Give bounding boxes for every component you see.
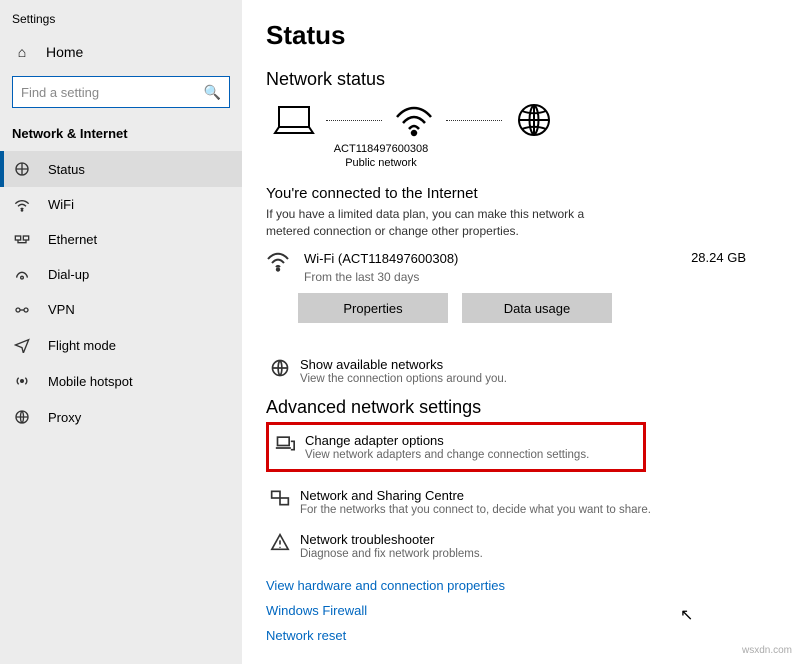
sidebar-item-hotspot[interactable]: Mobile hotspot <box>0 363 242 399</box>
main-content: Status Network status ACT118497600308 Pu… <box>242 0 800 664</box>
connected-description: If you have a limited data plan, you can… <box>266 206 596 241</box>
sidebar-item-dialup[interactable]: Dial-up <box>0 257 242 292</box>
sidebar-item-wifi[interactable]: WiFi <box>0 187 242 222</box>
option-description: View network adapters and change connect… <box>305 449 589 461</box>
wifi-icon <box>266 250 300 272</box>
option-description: View the connection options around you. <box>300 373 507 385</box>
link-network-reset[interactable]: Network reset <box>266 628 776 643</box>
diagram-connector <box>446 120 502 121</box>
advanced-heading: Advanced network settings <box>266 397 776 418</box>
mouse-cursor: ↖ <box>680 605 693 625</box>
hotspot-icon <box>14 373 34 389</box>
network-sharing-centre[interactable]: Network and Sharing Centre For the netwo… <box>266 480 776 524</box>
option-title: Show available networks <box>300 357 507 372</box>
diagram-label: ACT118497600308 Public network <box>326 142 436 171</box>
link-windows-firewall[interactable]: Windows Firewall <box>266 603 776 618</box>
sidebar-item-label: Proxy <box>48 410 81 425</box>
link-hardware-properties[interactable]: View hardware and connection properties <box>266 578 776 593</box>
sidebar-item-status[interactable]: Status <box>0 151 242 187</box>
home-icon: ⌂ <box>12 44 32 60</box>
diagram-ssid: ACT118497600308 <box>326 142 436 156</box>
search-input[interactable] <box>21 85 204 100</box>
wifi-period: From the last 30 days <box>304 269 691 286</box>
diagram-network-type: Public network <box>326 156 436 170</box>
option-title: Network troubleshooter <box>300 532 483 547</box>
change-adapter-options[interactable]: Change adapter options View network adap… <box>275 431 637 463</box>
sidebar-item-label: WiFi <box>48 197 74 212</box>
watermark: wsxdn.com <box>742 645 792 656</box>
warning-icon <box>270 532 300 551</box>
sidebar-section-title: Network & Internet <box>0 120 242 151</box>
wifi-name: Wi-Fi (ACT118497600308) <box>304 250 691 268</box>
network-diagram <box>266 100 776 140</box>
page-title: Status <box>266 20 776 51</box>
sidebar-item-label: Dial-up <box>48 267 89 282</box>
connected-title: You're connected to the Internet <box>266 185 776 202</box>
vpn-icon <box>14 303 34 317</box>
globe-icon <box>506 100 562 140</box>
sidebar-item-ethernet[interactable]: Ethernet <box>0 222 242 257</box>
network-status-heading: Network status <box>266 69 776 90</box>
diagram-connector <box>326 120 382 121</box>
sidebar-item-label: VPN <box>48 302 75 317</box>
option-description: For the networks that you connect to, de… <box>300 504 651 516</box>
sidebar-item-label: Mobile hotspot <box>48 374 133 389</box>
airplane-icon <box>14 337 34 353</box>
ethernet-icon <box>14 233 34 247</box>
sidebar-item-vpn[interactable]: VPN <box>0 292 242 327</box>
wifi-signal-icon <box>386 100 442 140</box>
network-troubleshooter[interactable]: Network troubleshooter Diagnose and fix … <box>266 524 776 568</box>
sidebar-item-label: Status <box>48 162 85 177</box>
app-title: Settings <box>0 8 242 36</box>
search-box[interactable]: 🔍 <box>12 76 230 108</box>
properties-button[interactable]: Properties <box>298 293 448 323</box>
option-title: Change adapter options <box>305 433 589 448</box>
sidebar-item-label: Ethernet <box>48 232 97 247</box>
laptop-icon <box>266 100 322 140</box>
search-icon: 🔍 <box>204 84 221 101</box>
show-available-networks[interactable]: Show available networks View the connect… <box>266 349 776 393</box>
adapter-icon <box>275 433 305 452</box>
data-usage-button[interactable]: Data usage <box>462 293 612 323</box>
sidebar-item-flightmode[interactable]: Flight mode <box>0 327 242 363</box>
sharing-icon <box>270 488 300 507</box>
status-icon <box>14 161 34 177</box>
change-adapter-highlight: Change adapter options View network adap… <box>266 422 646 472</box>
wifi-icon <box>14 198 34 212</box>
wifi-buttons: Properties Data usage <box>298 293 776 323</box>
sidebar-item-label: Flight mode <box>48 338 116 353</box>
option-title: Network and Sharing Centre <box>300 488 651 503</box>
sidebar-item-proxy[interactable]: Proxy <box>0 399 242 435</box>
dialup-icon <box>14 268 34 282</box>
globe-icon <box>270 357 300 378</box>
sidebar: Settings ⌂ Home 🔍 Network & Internet Sta… <box>0 0 242 664</box>
wifi-usage-block: Wi-Fi (ACT118497600308) From the last 30… <box>266 250 776 285</box>
home-button[interactable]: ⌂ Home <box>0 36 242 68</box>
wifi-usage-value: 28.24 GB <box>691 250 776 265</box>
home-label: Home <box>46 44 83 60</box>
proxy-icon <box>14 409 34 425</box>
option-description: Diagnose and fix network problems. <box>300 548 483 560</box>
